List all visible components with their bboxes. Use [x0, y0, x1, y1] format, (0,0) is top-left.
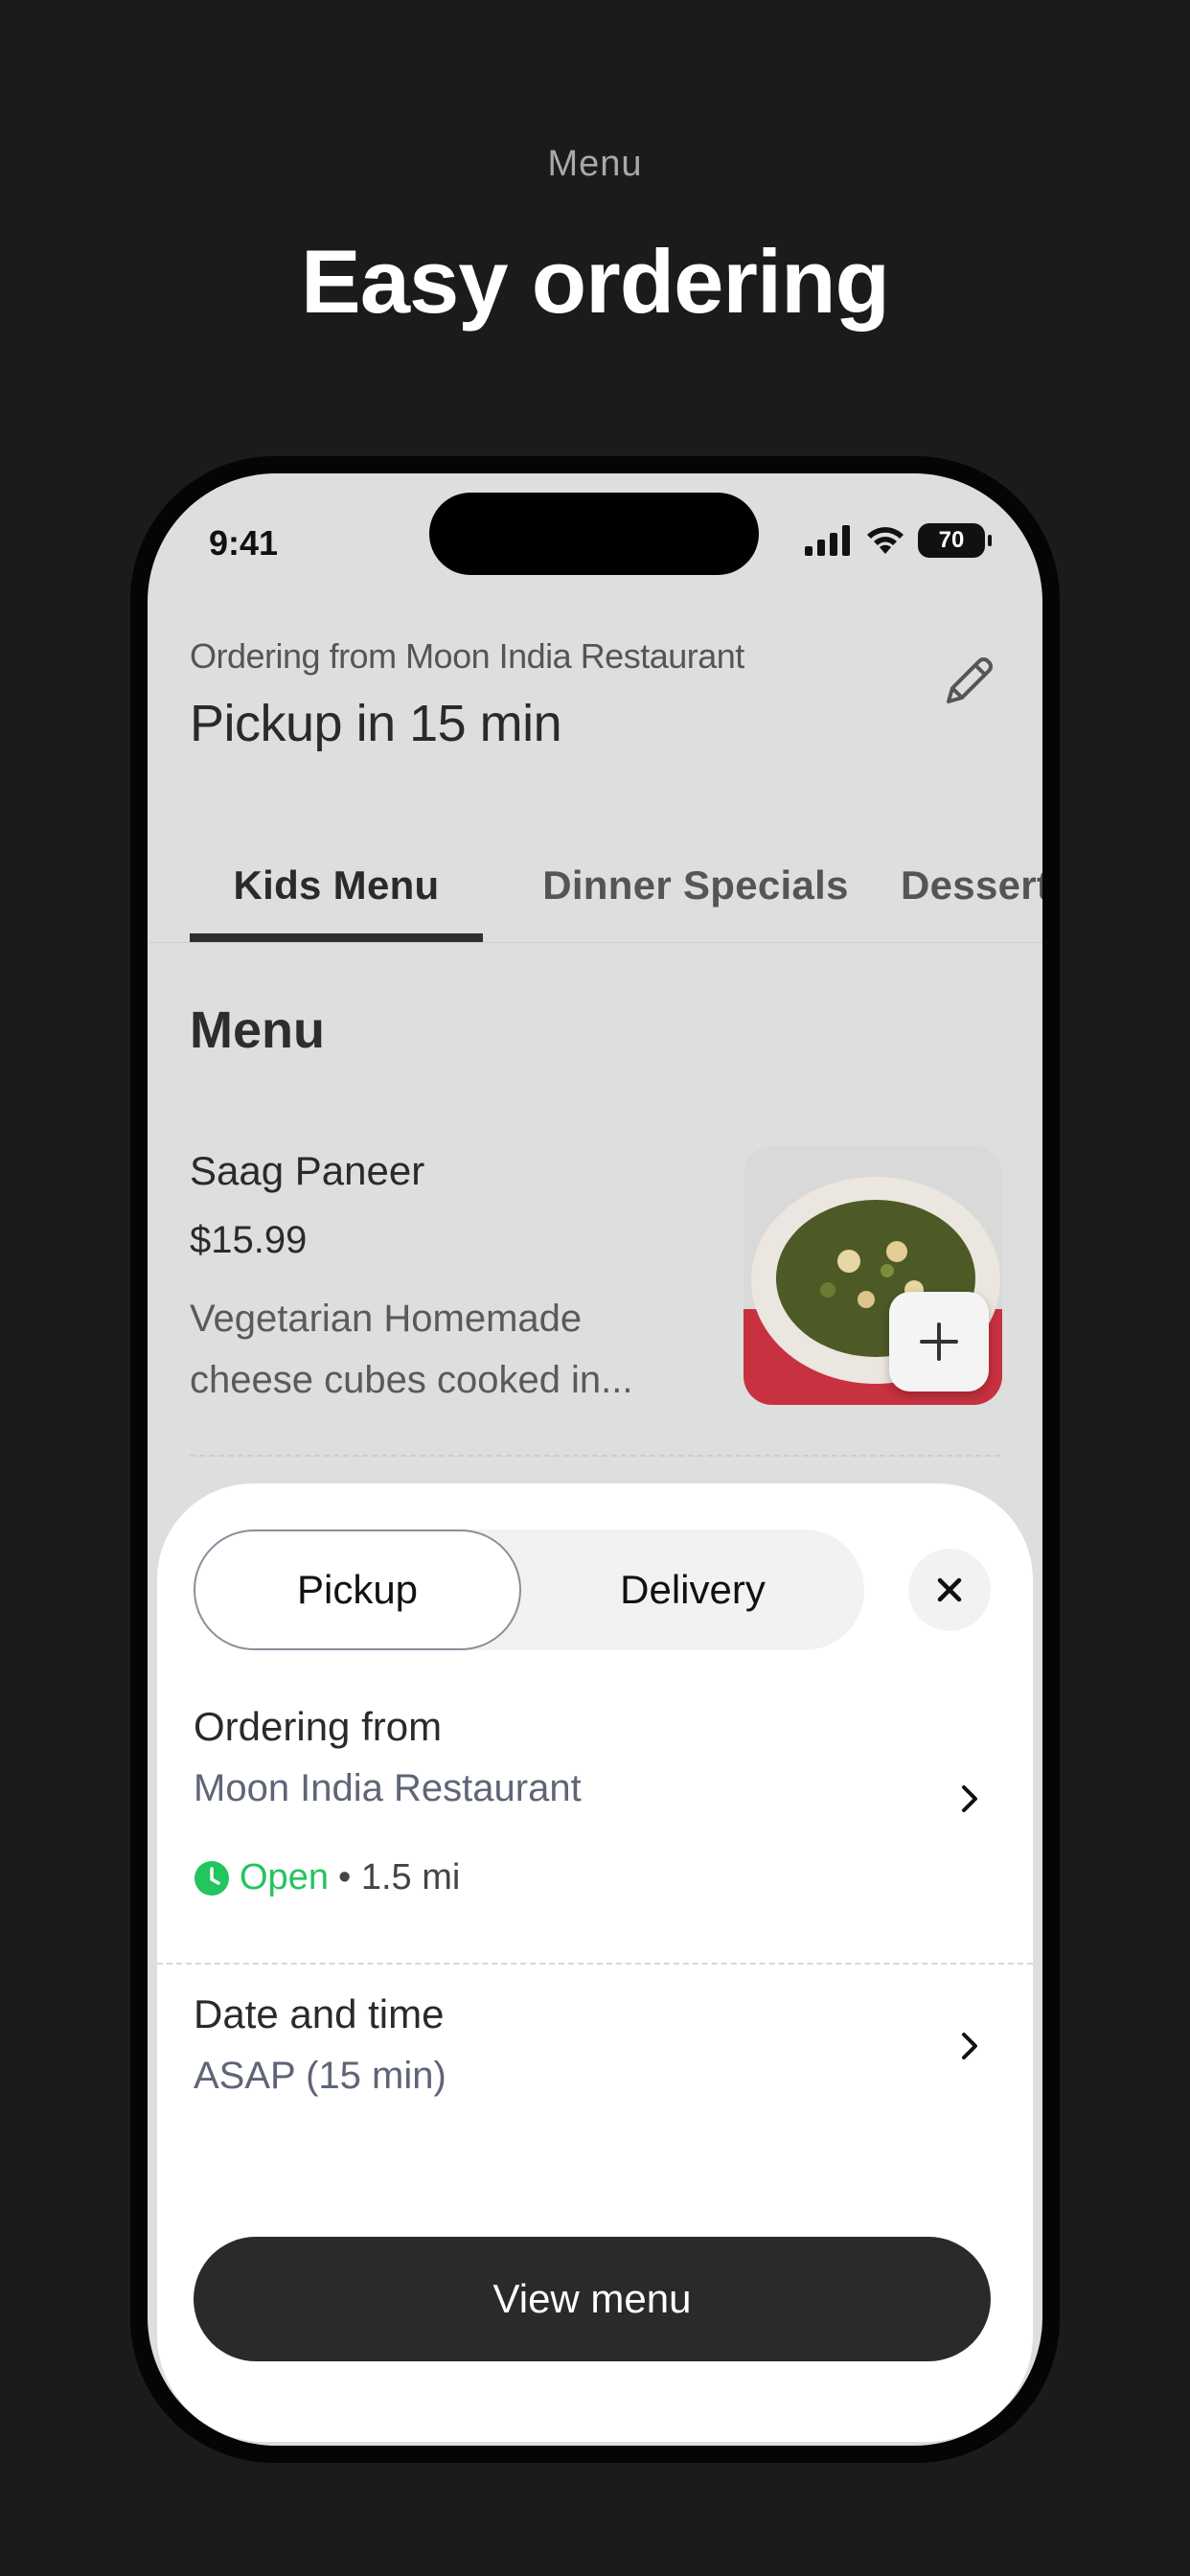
dynamic-island	[429, 493, 759, 575]
phone-screen: 9:41 70 Ordering from Moon India Restaur…	[148, 473, 1042, 2446]
menu-heading: Menu	[190, 1001, 325, 1059]
order-settings-sheet: Pickup Delivery Ordering from Moon India…	[157, 1484, 1033, 2442]
distance-label: • 1.5 mi	[337, 1857, 461, 1898]
pickup-option[interactable]: Pickup	[194, 1530, 521, 1650]
status-bar: 9:41 70	[148, 473, 1042, 617]
status-icons: 70	[805, 523, 992, 558]
wifi-icon	[867, 527, 904, 554]
item-description: Vegetarian Homemade cheese cubes cooked …	[190, 1298, 633, 1401]
date-time-value: ASAP (15 min)	[194, 2055, 446, 2097]
add-item-button[interactable]	[889, 1292, 989, 1392]
cellular-signal-icon	[805, 525, 850, 556]
open-label: Open	[240, 1857, 329, 1898]
pickup-time[interactable]: Pickup in 15 min	[190, 694, 562, 753]
item-price: $15.99	[190, 1219, 308, 1261]
promo-kicker: Menu	[547, 144, 643, 184]
item-divider	[190, 1455, 1000, 1457]
delivery-option[interactable]: Delivery	[521, 1530, 864, 1650]
close-icon	[937, 1577, 962, 1602]
promo-title: Easy ordering	[301, 231, 890, 332]
edit-order-button[interactable]	[935, 646, 1004, 715]
status-time: 9:41	[209, 523, 279, 563]
chevron-right-icon	[962, 1785, 977, 1812]
ordering-from-row[interactable]: Ordering from Moon India Restaurant Open…	[157, 1704, 1033, 1930]
restaurant-name: Moon India Restaurant	[194, 1767, 582, 1809]
battery-level: 70	[938, 527, 965, 553]
category-tabs: Kids Menu Dinner Specials Desserts	[148, 828, 1042, 943]
date-time-row[interactable]: Date and time ASAP (15 min)	[157, 1991, 1033, 2145]
pencil-icon	[947, 657, 993, 703]
open-status: Open • 1.5 mi	[194, 1857, 460, 1898]
item-name: Saag Paneer	[190, 1148, 425, 1193]
tab-kids-menu[interactable]: Kids Menu	[190, 828, 483, 942]
chevron-right-icon	[962, 2033, 977, 2059]
plus-icon	[920, 1322, 958, 1361]
ordering-from-label: Ordering from Moon India Restaurant	[190, 636, 744, 676]
clock-icon	[195, 1860, 229, 1896]
date-time-title: Date and time	[194, 1991, 445, 2036]
fulfillment-toggle: Pickup Delivery	[194, 1530, 864, 1650]
ordering-from-title: Ordering from	[194, 1704, 443, 1749]
phone-frame: 9:41 70 Ordering from Moon India Restaur…	[130, 456, 1060, 2463]
tab-desserts[interactable]: Desserts	[901, 828, 1042, 942]
view-menu-button[interactable]: View menu	[194, 2237, 991, 2361]
sheet-divider	[157, 1963, 1033, 1965]
close-sheet-button[interactable]	[908, 1549, 991, 1631]
tab-dinner-specials[interactable]: Dinner Specials	[514, 828, 878, 942]
battery-icon: 70	[918, 523, 992, 558]
